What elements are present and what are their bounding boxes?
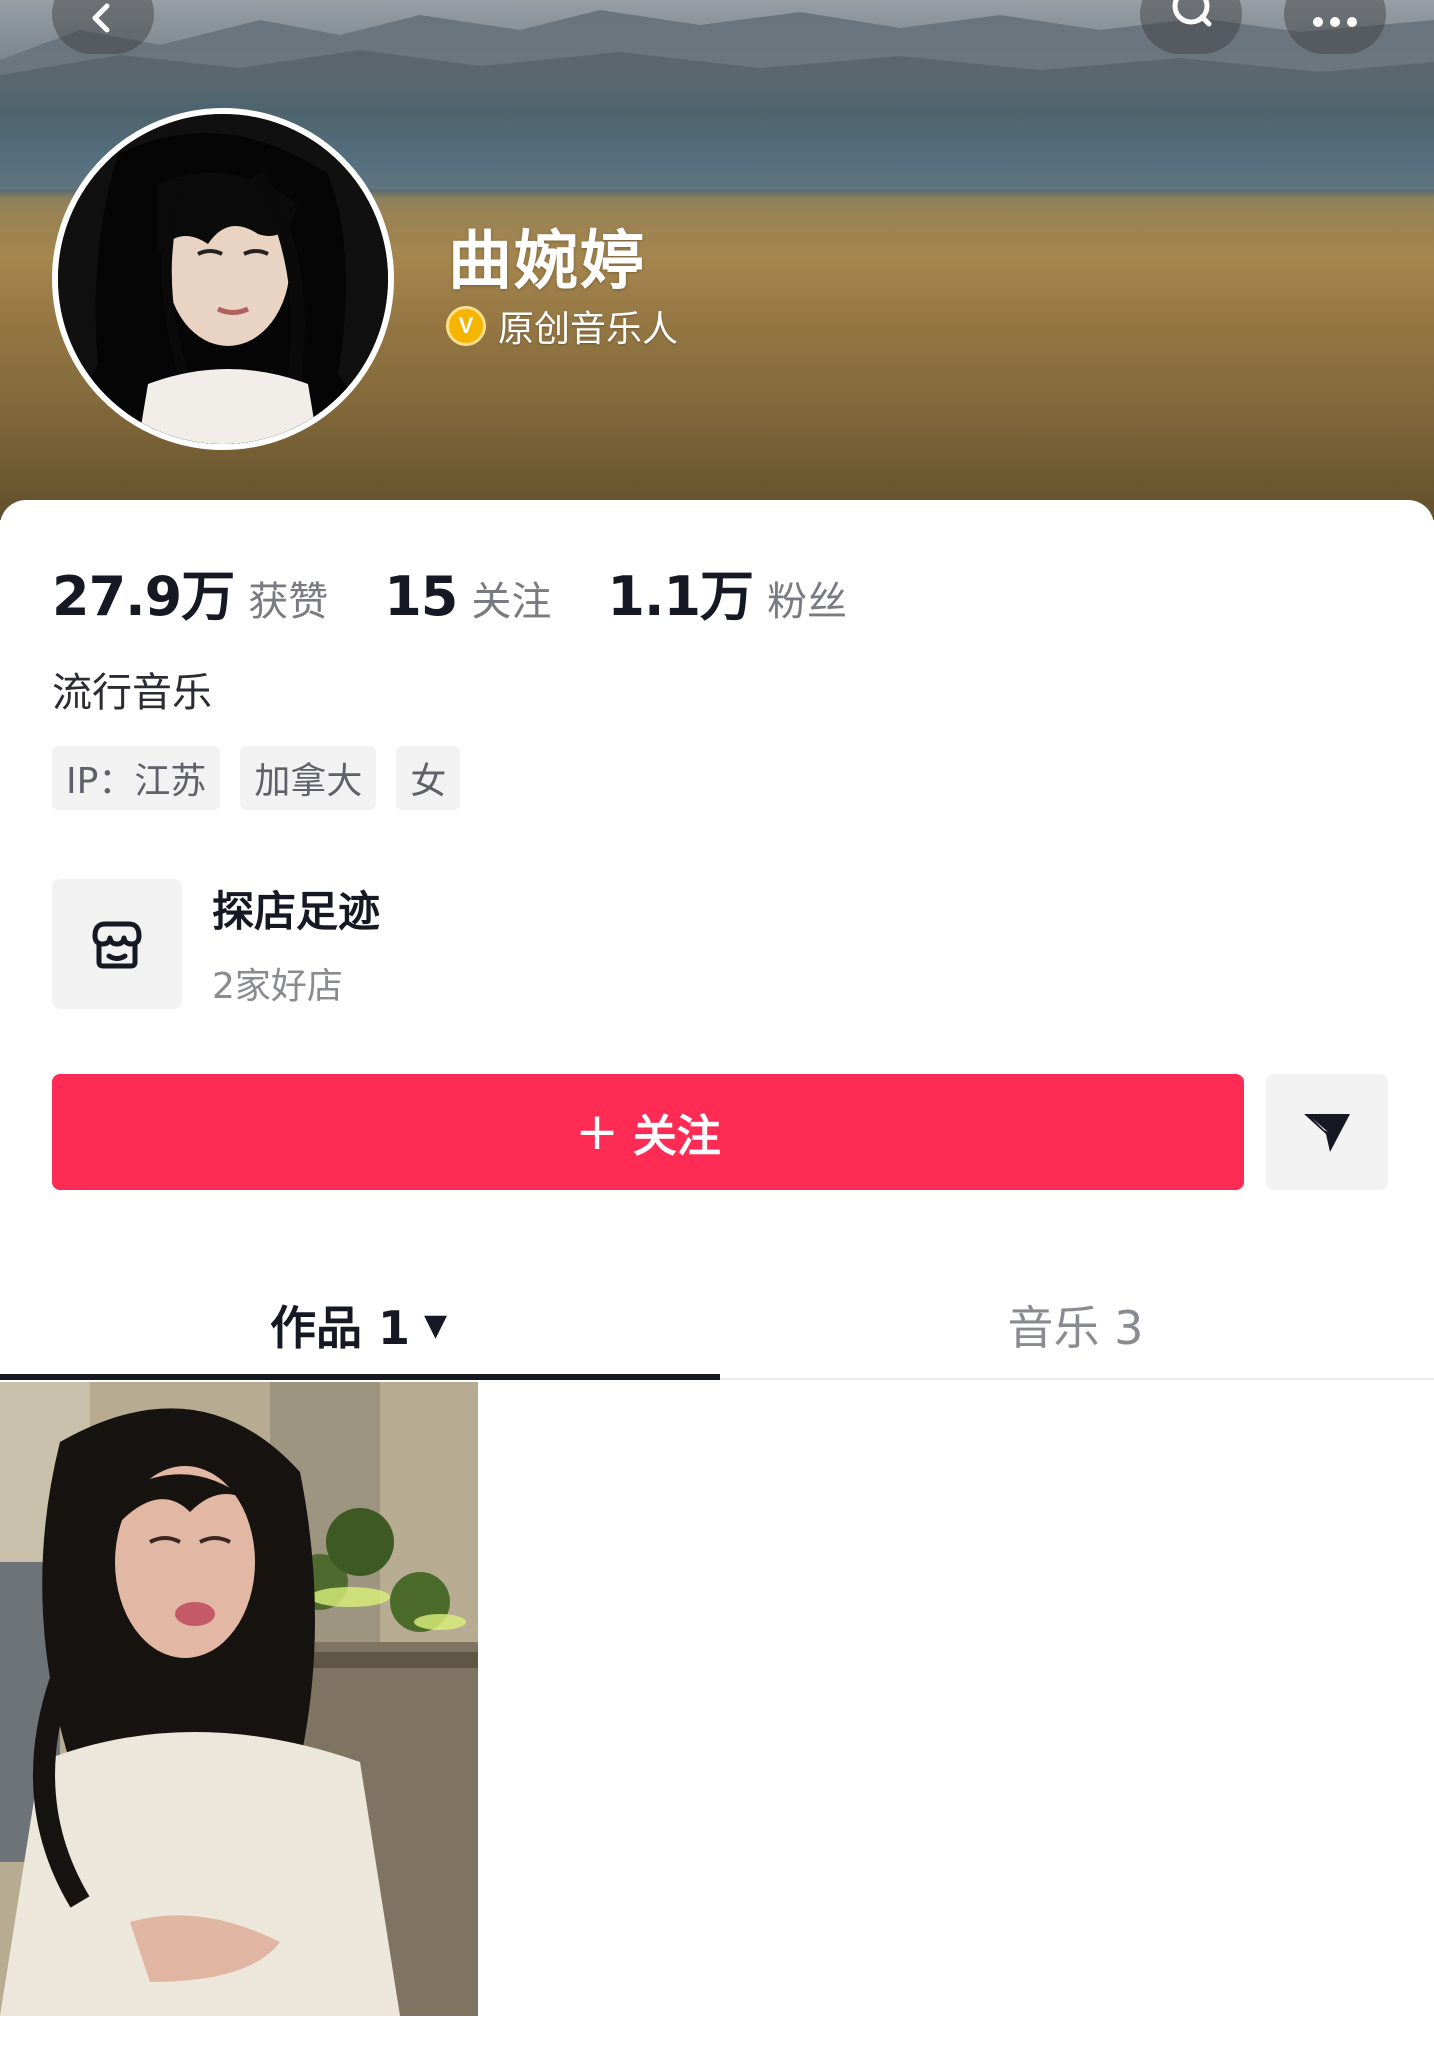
tab-music-label: 音乐 3 (1007, 1301, 1144, 1355)
store-icon-box (52, 878, 182, 1009)
video-thumbnail-image (0, 1382, 478, 2016)
share-button[interactable] (1266, 1074, 1388, 1190)
chevron-left-icon (92, 3, 110, 33)
tag-country: 加拿大 (240, 746, 377, 810)
store-text: 探店足迹 2家好店 (212, 878, 380, 1009)
follow-label: 关注 (632, 1111, 721, 1162)
caret-down-icon: ▼ (423, 1307, 448, 1343)
tag-gender: 女 (396, 746, 461, 810)
stats-row: 27.9万 获赞 15 关注 1.1万 粉丝 (52, 552, 903, 631)
search-icon (1172, 0, 1212, 27)
tab-music[interactable]: 音乐 3 (717, 1270, 1434, 1380)
stat-label: 获赞 (248, 579, 329, 625)
stat-followers[interactable]: 1.1万 粉丝 (607, 552, 847, 631)
more-dots-icon (1313, 17, 1357, 27)
store-title: 探店足迹 (212, 887, 381, 936)
tab-works[interactable]: 作品 1 ▼ (0, 1270, 717, 1380)
profile-tags: IP：江苏 加拿大 女 (52, 746, 480, 810)
profile-avatar[interactable] (52, 108, 394, 450)
video-thumbnail[interactable] (0, 1382, 478, 2016)
stat-likes[interactable]: 27.9万 获赞 (52, 552, 328, 631)
profile-name: 曲婉婷 (448, 225, 646, 299)
avatar-portrait (58, 114, 388, 444)
store-visits-entry[interactable]: 探店足迹 2家好店 (52, 878, 380, 1009)
store-icon (92, 921, 142, 968)
profile-card: 27.9万 获赞 15 关注 1.1万 粉丝 流行音乐 IP：江苏 加拿大 女 … (0, 500, 1434, 2051)
stat-value: 27.9万 (52, 565, 235, 628)
stat-value: 15 (384, 565, 458, 628)
verification-row: V 原创音乐人 (446, 300, 678, 352)
tag-ip-location: IP：江苏 (52, 746, 221, 810)
stat-value: 1.1万 (607, 565, 754, 628)
plus-icon: + (575, 1102, 619, 1162)
verified-badge-icon: V (446, 306, 486, 346)
follow-button[interactable]: + 关注 (52, 1074, 1244, 1190)
stat-following[interactable]: 15 关注 (384, 565, 551, 628)
store-subtitle: 2家好店 (212, 966, 343, 1007)
profile-bio: 流行音乐 (52, 670, 212, 716)
tab-active-indicator (0, 1374, 720, 1380)
stat-label: 关注 (471, 579, 552, 625)
send-icon (1304, 1114, 1350, 1152)
tab-works-label: 作品 1 (269, 1301, 410, 1355)
stat-label: 粉丝 (767, 579, 848, 625)
verification-text: 原创音乐人 (498, 309, 679, 350)
content-tabs: 作品 1 ▼ 音乐 3 (0, 1270, 1434, 1380)
